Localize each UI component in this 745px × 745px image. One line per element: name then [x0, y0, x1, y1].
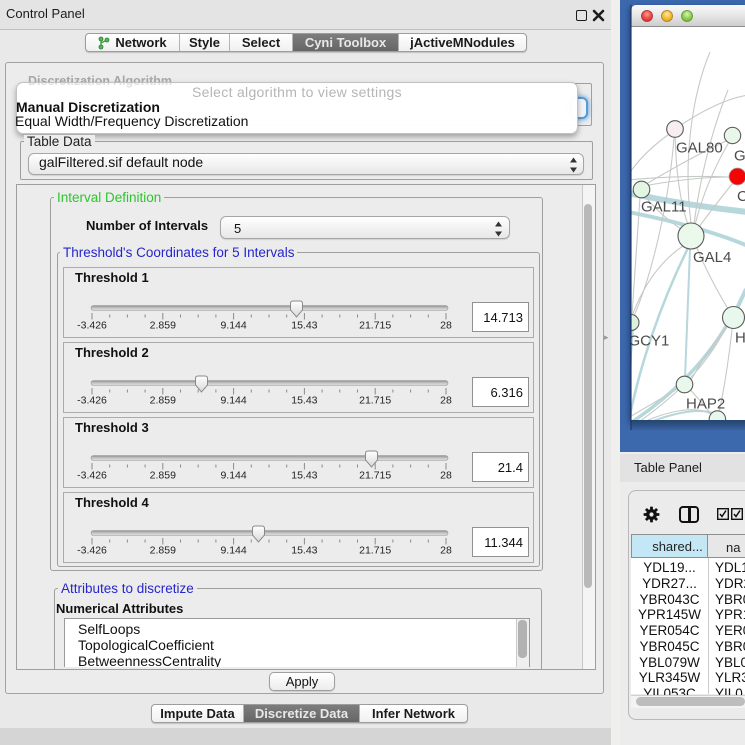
svg-text:2.859: 2.859	[150, 395, 176, 407]
svg-text:-3.426: -3.426	[77, 470, 107, 482]
svg-text:15.43: 15.43	[291, 395, 317, 407]
svg-text:-3.426: -3.426	[77, 320, 107, 332]
svg-text:9.144: 9.144	[220, 395, 246, 407]
svg-text:21.715: 21.715	[359, 320, 391, 332]
svg-text:H: H	[735, 330, 745, 347]
svg-text:9.144: 9.144	[220, 320, 246, 332]
svg-text:28: 28	[440, 395, 452, 407]
svg-text:HAP2: HAP2	[686, 396, 725, 413]
svg-text:GAL11: GAL11	[641, 199, 687, 216]
svg-text:28: 28	[440, 545, 452, 557]
svg-text:-3.426: -3.426	[77, 545, 107, 557]
svg-text:GCY1: GCY1	[631, 333, 669, 350]
svg-text:9.144: 9.144	[220, 470, 246, 482]
svg-text:21.715: 21.715	[359, 395, 391, 407]
svg-text:GAL80: GAL80	[676, 140, 723, 157]
svg-text:2.859: 2.859	[150, 470, 176, 482]
svg-text:15.43: 15.43	[291, 545, 317, 557]
svg-text:15.43: 15.43	[291, 320, 317, 332]
svg-text:28: 28	[440, 470, 452, 482]
svg-text:2.859: 2.859	[150, 320, 176, 332]
svg-text:21.715: 21.715	[359, 545, 391, 557]
svg-text:21.715: 21.715	[359, 470, 391, 482]
svg-text:-3.426: -3.426	[77, 395, 107, 407]
svg-text:9.144: 9.144	[220, 545, 246, 557]
svg-text:15.43: 15.43	[291, 470, 317, 482]
svg-text:28: 28	[440, 320, 452, 332]
svg-text:G: G	[734, 148, 745, 165]
svg-text:C: C	[737, 188, 745, 205]
svg-text:2.859: 2.859	[150, 545, 176, 557]
svg-text:GAL4: GAL4	[693, 249, 731, 266]
